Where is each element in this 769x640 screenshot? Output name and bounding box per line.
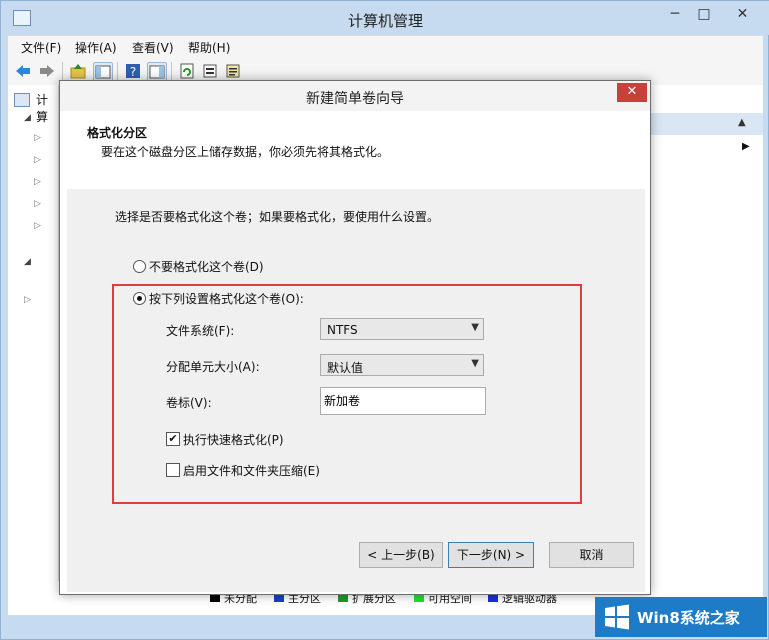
cancel-button[interactable]: 取消 <box>549 542 634 568</box>
actions-pane: ▲ ▶ <box>646 85 763 615</box>
dialog-title-bar: 新建简单卷向导 ✕ <box>60 81 650 111</box>
no-format-radio[interactable] <box>133 260 146 273</box>
close-button[interactable]: ✕ <box>720 5 765 25</box>
toolbar-separator <box>62 62 63 80</box>
wizard-subheading: 要在这个磁盘分区上储存数据，你必须先将其格式化。 <box>101 145 390 159</box>
menu-file[interactable]: 文件(F) <box>21 39 61 56</box>
back-button[interactable]: < 上一步(B) <box>359 542 443 568</box>
window-title: 计算机管理 <box>347 12 423 30</box>
help-icon[interactable]: ? <box>124 62 142 80</box>
dialog-close-button[interactable]: ✕ <box>617 83 647 102</box>
menu-action[interactable]: 操作(A) <box>75 39 117 56</box>
minimize-button[interactable]: ─ <box>662 5 688 25</box>
maximize-button[interactable]: □ <box>691 5 717 25</box>
svg-text:?: ? <box>130 65 136 79</box>
wizard-header: 格式化分区 要在这个磁盘分区上储存数据，你必须先将其格式化。 <box>67 111 645 190</box>
computer-icon <box>14 93 30 107</box>
tree-root-label[interactable]: 计算 <box>36 91 58 125</box>
dialog-title: 新建简单卷向导 <box>306 91 404 107</box>
expand-arrow-icon[interactable]: ▷ <box>24 295 31 305</box>
properties-icon[interactable] <box>201 62 219 80</box>
watermark-text: Win8系统之家 <box>637 609 740 627</box>
up-folder-icon[interactable] <box>69 62 87 80</box>
forward-arrow-icon[interactable] <box>38 62 56 80</box>
expand-arrow-icon[interactable]: ◢ <box>24 257 31 267</box>
refresh-icon[interactable] <box>178 62 196 80</box>
menu-help[interactable]: 帮助(H) <box>188 39 230 56</box>
show-hide-action-pane-icon[interactable] <box>147 62 167 82</box>
wizard-footer: < 上一步(B) 下一步(N) > 取消 <box>67 522 645 592</box>
expand-arrow-icon[interactable]: ▷ <box>34 199 41 209</box>
windows-logo-icon <box>605 604 629 630</box>
more-actions-arrow-icon[interactable]: ▶ <box>742 141 750 152</box>
no-format-label[interactable]: 不要格式化这个卷(D) <box>149 258 264 275</box>
export-list-icon[interactable] <box>224 62 242 80</box>
toolbar-separator <box>117 62 118 80</box>
show-hide-console-tree-icon[interactable] <box>93 62 113 82</box>
collapse-arrow-icon[interactable]: ▲ <box>738 117 746 128</box>
next-button[interactable]: 下一步(N) > <box>448 542 534 568</box>
expand-arrow-icon[interactable]: ▷ <box>34 133 41 143</box>
console-tree-pane: 计算 ◢ ▷ ▷ ▷ ▷ ▷ ◢ ▷ <box>8 85 59 615</box>
menu-view[interactable]: 查看(V) <box>132 39 174 56</box>
expand-arrow-icon[interactable]: ▷ <box>34 221 41 231</box>
expand-arrow-icon[interactable]: ◢ <box>24 113 31 123</box>
back-arrow-icon[interactable] <box>14 62 32 80</box>
watermark: Win8系统之家 <box>595 597 767 637</box>
format-question: 选择是否要格式化这个卷；如果要格式化，要使用什么设置。 <box>115 210 440 224</box>
expand-arrow-icon[interactable]: ▷ <box>34 155 41 165</box>
highlight-box <box>112 284 582 504</box>
menu-bar: 文件(F) 操作(A) 查看(V) 帮助(H) <box>8 35 763 58</box>
expand-arrow-icon[interactable]: ▷ <box>34 177 41 187</box>
toolbar-separator <box>171 62 172 80</box>
title-bar: 计算机管理 ─ □ ✕ <box>1 1 769 35</box>
new-simple-volume-wizard-dialog: 新建简单卷向导 ✕ 格式化分区 要在这个磁盘分区上储存数据，你必须先将其格式化。… <box>59 80 651 595</box>
wizard-heading: 格式化分区 <box>87 126 148 140</box>
